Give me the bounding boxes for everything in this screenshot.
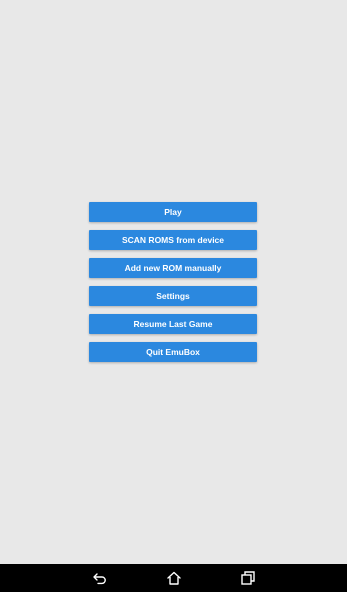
add-rom-manually-button[interactable]: Add new ROM manually: [89, 258, 257, 278]
home-button[interactable]: [165, 569, 183, 587]
back-icon: [93, 573, 106, 585]
app-screen: Play SCAN ROMS from device Add new ROM m…: [0, 0, 347, 592]
play-button[interactable]: Play: [89, 202, 257, 222]
recent-apps-button[interactable]: [239, 569, 257, 587]
scan-roms-button[interactable]: SCAN ROMS from device: [89, 230, 257, 250]
system-navigation-bar: [0, 564, 347, 592]
main-menu: Play SCAN ROMS from device Add new ROM m…: [89, 202, 257, 370]
quit-emubox-button[interactable]: Quit EmuBox: [89, 342, 257, 362]
home-icon: [167, 571, 181, 585]
back-button[interactable]: [91, 569, 109, 587]
recent-apps-icon: [241, 571, 255, 585]
resume-last-game-button[interactable]: Resume Last Game: [89, 314, 257, 334]
settings-button[interactable]: Settings: [89, 286, 257, 306]
